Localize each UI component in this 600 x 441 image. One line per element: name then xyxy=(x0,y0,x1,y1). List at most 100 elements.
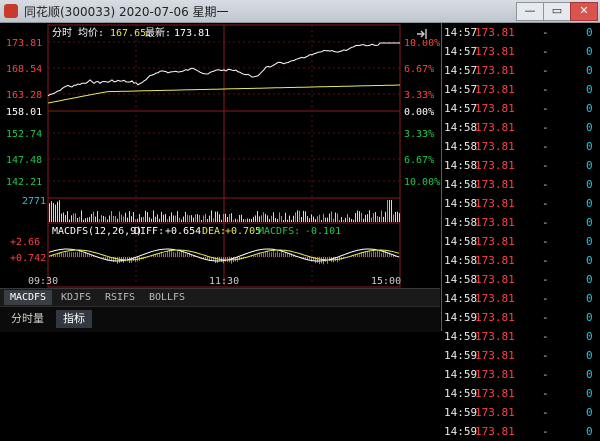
tick-price: 173.81 xyxy=(475,425,515,438)
macd-macd-value: -0.101 xyxy=(305,226,341,237)
tick-row: 14:58173.81-0 xyxy=(442,118,600,137)
intraday-chart[interactable]: 分时 均价: 167.65 最新: 173.81 173.81168.54163… xyxy=(0,23,440,308)
tick-row: 14:57173.81-0 xyxy=(442,61,600,80)
percent-axis-label: 0.00% xyxy=(404,107,434,118)
percent-axis-label: 10.00% xyxy=(404,177,440,188)
tick-row: 14:58173.81-0 xyxy=(442,213,600,232)
tick-direction: 0 xyxy=(586,425,593,438)
bottom-tab-bar: 分时量 指标 xyxy=(0,306,440,332)
price-axis-label: 147.48 xyxy=(6,155,42,166)
tab-bollfs[interactable]: BOLLFS xyxy=(144,290,190,305)
tick-time: 14:58 xyxy=(444,140,477,153)
restore-button[interactable]: ▭ xyxy=(543,2,571,21)
tick-volume: - xyxy=(542,292,549,305)
tick-time: 14:57 xyxy=(444,102,477,115)
tick-time: 14:59 xyxy=(444,387,477,400)
tick-volume: - xyxy=(542,83,549,96)
tick-volume: - xyxy=(542,45,549,58)
percent-axis: 10.00%6.67%3.33%0.00%3.33%6.67%10.00% xyxy=(404,38,440,188)
percent-axis-label: 6.67% xyxy=(404,64,434,75)
tick-time: 14:57 xyxy=(444,83,477,96)
tick-price: 173.81 xyxy=(475,45,515,58)
tick-row: 14:57173.81-0 xyxy=(442,80,600,99)
tick-volume: - xyxy=(542,121,549,134)
price-axis-label: 173.81 xyxy=(6,38,42,49)
tick-time: 14:58 xyxy=(444,235,477,248)
tick-direction: 0 xyxy=(586,273,593,286)
tick-price: 173.81 xyxy=(475,330,515,343)
tick-volume: - xyxy=(542,26,549,39)
tick-row: 14:57173.81-0 xyxy=(442,23,600,42)
percent-axis-label: 3.33% xyxy=(404,129,434,140)
tick-volume: - xyxy=(542,425,549,438)
tick-direction: 0 xyxy=(586,368,593,381)
tick-direction: 0 xyxy=(586,235,593,248)
macd-macd-label: MACDFS: xyxy=(258,226,300,237)
volume-scale-label: 2771 xyxy=(22,196,46,207)
tick-time: 14:59 xyxy=(444,330,477,343)
tick-price: 173.81 xyxy=(475,292,515,305)
price-axis-label: 152.74 xyxy=(6,129,42,140)
tick-price: 173.81 xyxy=(475,368,515,381)
price-axis-label: 142.21 xyxy=(6,177,42,188)
tick-list[interactable]: 14:57173.81-014:57173.81-014:57173.81-01… xyxy=(441,23,600,331)
price-axis-label: 168.54 xyxy=(6,64,42,75)
tick-time: 14:58 xyxy=(444,292,477,305)
minimize-button[interactable]: — xyxy=(516,2,544,21)
tick-time: 14:58 xyxy=(444,159,477,172)
tab-indicator[interactable]: 指标 xyxy=(56,310,92,328)
tick-volume: - xyxy=(542,387,549,400)
avg-price-label: 均价: xyxy=(78,27,104,39)
title-bar: 同花顺(300033) 2020-07-06 星期一 — ▭ ✕ xyxy=(0,0,600,23)
tick-direction: 0 xyxy=(586,330,593,343)
tick-time: 14:57 xyxy=(444,64,477,77)
tick-direction: 0 xyxy=(586,349,593,362)
tick-row: 14:59173.81-0 xyxy=(442,365,600,384)
tick-direction: 0 xyxy=(586,64,593,77)
tick-volume: - xyxy=(542,159,549,172)
tab-rsifs[interactable]: RSIFS xyxy=(100,290,140,305)
tab-kdjfs[interactable]: KDJFS xyxy=(56,290,96,305)
tick-time: 14:58 xyxy=(444,216,477,229)
tab-volume[interactable]: 分时量 xyxy=(4,310,51,328)
tick-price: 173.81 xyxy=(475,235,515,248)
tick-price: 173.81 xyxy=(475,254,515,267)
tab-macdfs[interactable]: MACDFS xyxy=(4,290,52,305)
macd-diff-label: DIFF: xyxy=(134,226,164,237)
tick-time: 14:59 xyxy=(444,406,477,419)
tick-direction: 0 xyxy=(586,197,593,210)
last-price-value: 173.81 xyxy=(174,28,210,39)
tick-direction: 0 xyxy=(586,406,593,419)
tick-row: 14:59173.81 - 0 xyxy=(442,422,600,441)
tick-price: 173.81 xyxy=(475,178,515,191)
expand-arrow-icon[interactable] xyxy=(415,28,429,40)
close-button[interactable]: ✕ xyxy=(570,2,598,21)
tick-volume: - xyxy=(542,406,549,419)
tick-price: 173.81 xyxy=(475,273,515,286)
tick-time: 14:59 xyxy=(444,368,477,381)
macd-diff-value: +0.654 xyxy=(165,226,201,237)
tick-volume: - xyxy=(542,235,549,248)
tick-time: 14:59 xyxy=(444,425,477,438)
chart-mode-label: 分时 xyxy=(52,27,72,39)
macd-dea-label: DEA: xyxy=(202,226,226,237)
tick-volume: - xyxy=(542,273,549,286)
tick-direction: 0 xyxy=(586,102,593,115)
time-grid xyxy=(136,25,312,285)
tick-direction: 0 xyxy=(586,292,593,305)
tick-time: 14:58 xyxy=(444,254,477,267)
tick-row: 14:59173.81-0 xyxy=(442,346,600,365)
avg-price-value: 167.65 xyxy=(110,28,146,39)
tick-price: 173.81 xyxy=(475,83,515,96)
app-logo-icon xyxy=(4,4,18,18)
tick-price: 173.81 xyxy=(475,121,515,134)
tick-price: 173.81 xyxy=(475,197,515,210)
tick-volume: - xyxy=(542,216,549,229)
tick-price: 173.81 xyxy=(475,216,515,229)
tick-volume: - xyxy=(542,178,549,191)
macd-name: MACDFS xyxy=(52,226,88,237)
app-window: 同花顺(300033) 2020-07-06 星期一 — ▭ ✕ 分时 均价: … xyxy=(0,0,600,331)
tick-time: 14:58 xyxy=(444,121,477,134)
tick-row: 14:57173.81-0 xyxy=(442,99,600,118)
tick-row: 14:58173.81-0 xyxy=(442,137,600,156)
